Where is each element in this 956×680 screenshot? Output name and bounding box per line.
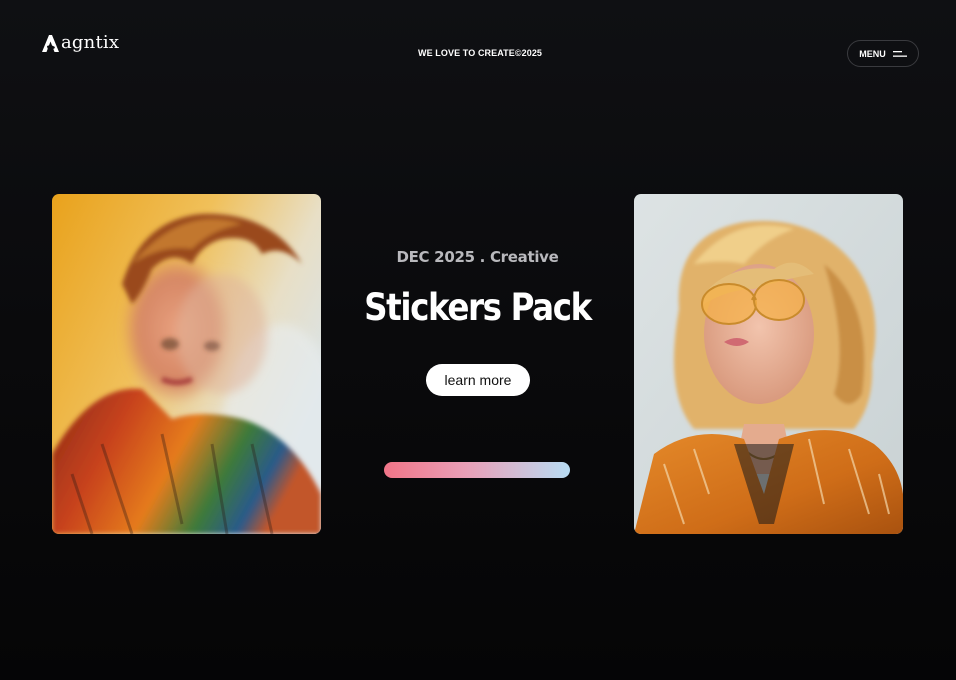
logo-text: agntix xyxy=(61,32,120,53)
right-portrait-image[interactable] xyxy=(634,194,903,534)
portrait-photo-icon xyxy=(52,194,321,534)
menu-icon xyxy=(892,50,907,57)
portrait-photo-icon xyxy=(634,194,903,534)
hero-title: Stickers Pack xyxy=(364,286,592,329)
hero-eyebrow: DEC 2025 . Creative xyxy=(396,248,559,266)
learn-more-button[interactable]: learn more xyxy=(426,364,530,396)
logo-mark-icon xyxy=(42,35,59,52)
page: agntix WE LOVE TO CREATE©2025 MENU DEC 2… xyxy=(0,0,956,680)
menu-label: MENU xyxy=(859,48,886,59)
logo[interactable]: agntix xyxy=(40,33,119,53)
menu-button[interactable]: MENU xyxy=(847,40,919,67)
slider-progress-bar[interactable] xyxy=(384,462,570,478)
hero-content: DEC 2025 . Creative Stickers Pack learn … xyxy=(320,0,635,680)
left-portrait-image[interactable] xyxy=(52,194,321,534)
